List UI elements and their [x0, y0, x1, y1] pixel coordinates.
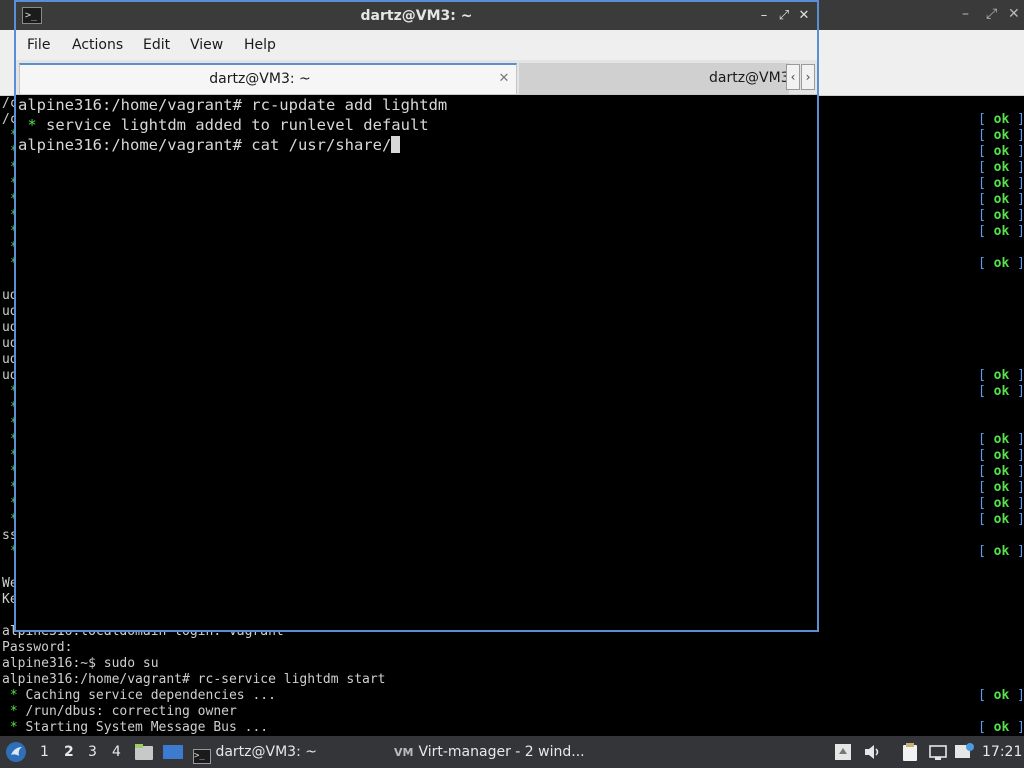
task-terminal[interactable]: >_ dartz@VM3: ~	[193, 736, 317, 768]
notification-icon[interactable]	[954, 742, 974, 762]
task-label: dartz@VM3: ~	[215, 744, 317, 760]
console-ok-status: [ ok ]	[978, 112, 1024, 127]
console-ok-status: [ ok ]	[978, 480, 1024, 495]
background-maximize-icon[interactable]: ⤢	[986, 6, 997, 22]
volume-icon[interactable]	[862, 742, 882, 762]
console-ok-status: [ ok ]	[978, 512, 1024, 527]
console-output-line: * Caching service dependencies ...	[2, 688, 276, 703]
console-ok-status: [ ok ]	[978, 496, 1024, 511]
terminal-title: dartz@VM3: ~	[360, 8, 473, 24]
menu-view[interactable]: View	[190, 30, 223, 60]
console-ok-status: [ ok ]	[978, 208, 1024, 223]
background-minimize-icon[interactable]: –	[962, 6, 969, 22]
terminal-titlebar[interactable]: >_ dartz@VM3: ~ – ⤢ ✕	[16, 2, 817, 30]
background-close-icon[interactable]: ✕	[1008, 6, 1020, 22]
task-virt-manager[interactable]: VM Virt-manager - 2 wind...	[394, 736, 585, 768]
tab-label: dartz@VM3: ~	[209, 71, 311, 87]
tab-scroll-left-icon[interactable]: ‹	[786, 64, 800, 90]
virt-manager-icon: VM	[394, 746, 414, 759]
minimize-icon[interactable]: –	[754, 6, 774, 26]
console-ok-status: [ ok ]	[978, 128, 1024, 143]
menu-help[interactable]: Help	[244, 30, 276, 60]
console-ok-status: [ ok ]	[978, 384, 1024, 399]
workspace-3[interactable]: 3	[88, 736, 97, 768]
menu-file[interactable]: File	[27, 30, 50, 60]
console-output-line: * Starting System Message Bus ...	[2, 720, 269, 735]
console-ok-status: [ ok ]	[978, 160, 1024, 175]
menu-edit[interactable]: Edit	[143, 30, 170, 60]
console-ok-status: [ ok ]	[978, 192, 1024, 207]
terminal-line: alpine316:/home/vagrant# cat /usr/share/	[18, 135, 401, 155]
show-desktop-icon[interactable]	[162, 743, 184, 761]
update-notifier-icon[interactable]	[834, 742, 852, 762]
menu-actions[interactable]: Actions	[72, 30, 123, 60]
console-ok-status: [ ok ]	[978, 368, 1024, 383]
console-ok-status: [ ok ]	[978, 544, 1024, 559]
tab-scroll-right-icon[interactable]: ›	[801, 64, 815, 90]
console-ok-status: [ ok ]	[978, 176, 1024, 191]
terminal-output[interactable]: alpine316:/home/vagrant# rc-update add l…	[16, 95, 817, 630]
clock[interactable]: 17:21	[982, 736, 1022, 768]
console-ok-status: [ ok ]	[978, 720, 1024, 735]
tab-label: dartz@VM3: ~	[709, 70, 789, 86]
task-label: Virt-manager - 2 wind...	[418, 744, 585, 760]
console-output-line: * /run/dbus: correcting owner	[2, 704, 237, 719]
terminal-line: alpine316:/home/vagrant# rc-update add l…	[18, 96, 448, 114]
console-ok-status: [ ok ]	[978, 432, 1024, 447]
file-manager-icon[interactable]	[134, 743, 154, 761]
terminal-window[interactable]: >_ dartz@VM3: ~ – ⤢ ✕ File Actions Edit …	[14, 0, 819, 632]
workspace-1[interactable]: 1	[40, 736, 49, 768]
terminal-icon: >_	[193, 749, 211, 764]
tab-inactive[interactable]: dartz@VM3: ~	[519, 63, 789, 94]
console-ok-status: [ ok ]	[978, 256, 1024, 271]
console-ok-status: [ ok ]	[978, 224, 1024, 239]
start-menu-icon[interactable]	[5, 741, 27, 763]
workspace-2[interactable]: 2	[64, 736, 74, 768]
console-ok-status: [ ok ]	[978, 144, 1024, 159]
console-ok-status: [ ok ]	[978, 688, 1024, 703]
terminal-line: * service lightdm added to runlevel defa…	[18, 116, 429, 134]
console-output-line: Password:	[2, 640, 73, 655]
console-output-line: alpine316:/home/vagrant# rc-service ligh…	[2, 672, 386, 687]
console-output-line: alpine316:~$ sudo su	[2, 656, 159, 671]
terminal-tabbar: dartz@VM3: ~ ✕ dartz@VM3: ~ ‹ ›	[16, 60, 817, 95]
workspace-4[interactable]: 4	[112, 736, 121, 768]
terminal-menubar: File Actions Edit View Help	[16, 30, 817, 60]
console-ok-status: [ ok ]	[978, 448, 1024, 463]
clipboard-icon[interactable]	[900, 742, 920, 762]
taskbar: 1 2 3 4 >_ dartz@VM3: ~ VM Virt-manager …	[0, 736, 1024, 768]
tab-close-icon[interactable]: ✕	[494, 65, 514, 93]
maximize-icon[interactable]: ⤢	[774, 6, 794, 26]
close-icon[interactable]: ✕	[794, 6, 814, 26]
console-ok-status: [ ok ]	[978, 464, 1024, 479]
tab-active[interactable]: dartz@VM3: ~ ✕	[19, 63, 517, 94]
network-icon[interactable]	[928, 742, 948, 762]
text-cursor	[391, 136, 401, 153]
